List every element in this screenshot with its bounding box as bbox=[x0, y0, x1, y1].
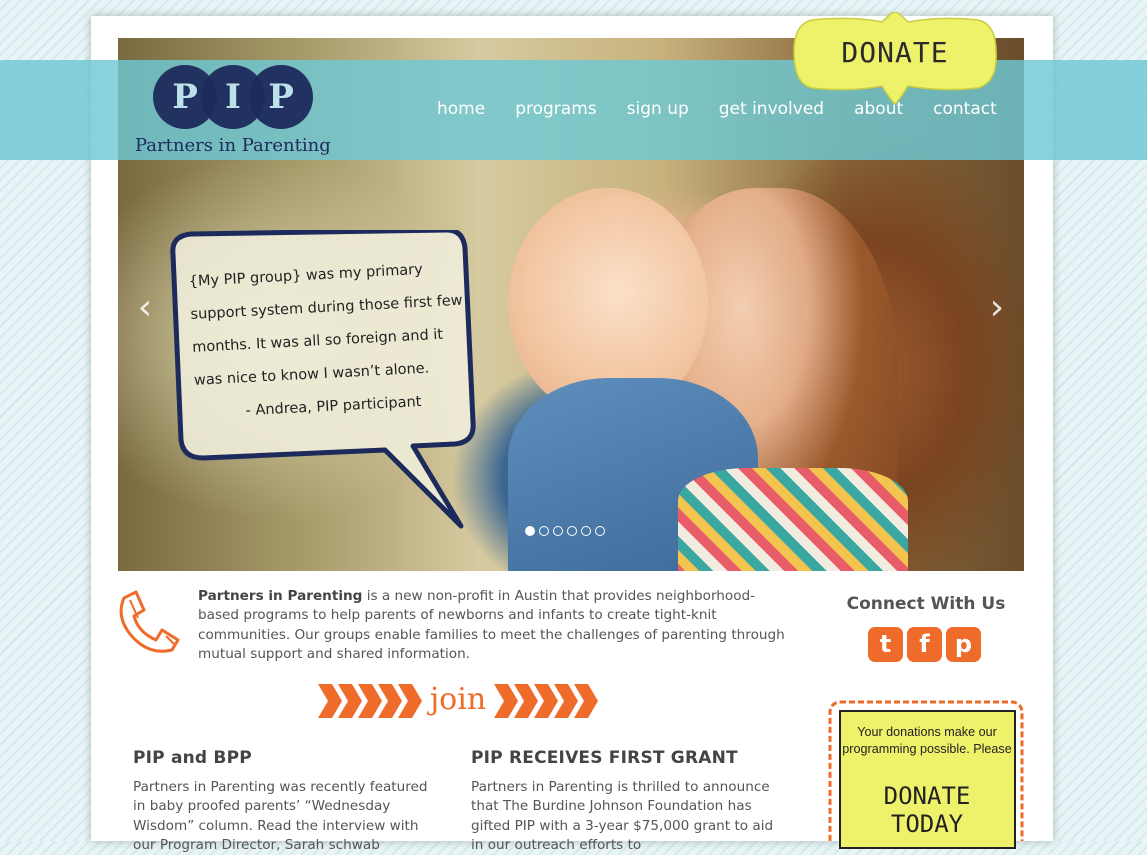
nav-programs[interactable]: programs bbox=[515, 99, 596, 119]
news-body: Partners in Parenting was recently featu… bbox=[133, 779, 428, 853]
connect-heading: Connect With Us bbox=[846, 594, 1006, 614]
logo-letter: P bbox=[249, 65, 313, 129]
join-label: join bbox=[429, 682, 487, 717]
donate-box-text: Your donations make our programming poss… bbox=[842, 725, 1012, 756]
social-links: t f p bbox=[868, 627, 981, 662]
slider-dot[interactable] bbox=[581, 526, 591, 536]
chevron-left-icon[interactable]: ‹ bbox=[130, 288, 160, 328]
hero-photo-scarf bbox=[678, 468, 908, 571]
facebook-icon[interactable]: f bbox=[907, 627, 942, 662]
donate-button[interactable]: DONATE bbox=[792, 11, 998, 105]
twitter-icon[interactable]: t bbox=[868, 627, 903, 662]
slider-dot[interactable] bbox=[539, 526, 549, 536]
pinterest-icon[interactable]: p bbox=[946, 627, 981, 662]
intro-paragraph: Partners in Parenting is a new non-profi… bbox=[198, 587, 788, 664]
chevron-right-icon[interactable]: › bbox=[982, 288, 1012, 328]
testimonial-quote: {My PIP group} was my primary support sy… bbox=[188, 251, 476, 430]
slider-dot[interactable] bbox=[567, 526, 577, 536]
join-button[interactable]: join bbox=[318, 682, 598, 720]
news-title[interactable]: PIP RECEIVES FIRST GRANT bbox=[471, 748, 781, 768]
slider-dots bbox=[525, 526, 605, 536]
news-body: Partners in Parenting is thrilled to ann… bbox=[471, 779, 774, 853]
logo-name: Partners in Parenting bbox=[135, 135, 331, 156]
nav-sign-up[interactable]: sign up bbox=[627, 99, 689, 119]
donate-box[interactable]: Your donations make our programming poss… bbox=[826, 698, 1026, 854]
slider-dot[interactable] bbox=[553, 526, 563, 536]
nav-home[interactable]: home bbox=[437, 99, 485, 119]
logo-mark: P I P bbox=[153, 65, 313, 131]
donate-label: DONATE bbox=[841, 36, 949, 69]
site-logo[interactable]: P I P Partners in Parenting bbox=[135, 63, 345, 158]
slider-dot[interactable] bbox=[595, 526, 605, 536]
news-title[interactable]: PIP and BPP bbox=[133, 748, 443, 768]
phone-icon bbox=[118, 588, 182, 654]
donate-today-label: DONATE TODAY bbox=[883, 782, 971, 838]
intro-org-name: Partners in Parenting bbox=[198, 588, 363, 604]
news-item: PIP and BPP Partners in Parenting was re… bbox=[133, 748, 443, 855]
news-item: PIP RECEIVES FIRST GRANT Partners in Par… bbox=[471, 748, 781, 855]
slider-dot[interactable] bbox=[525, 526, 535, 536]
